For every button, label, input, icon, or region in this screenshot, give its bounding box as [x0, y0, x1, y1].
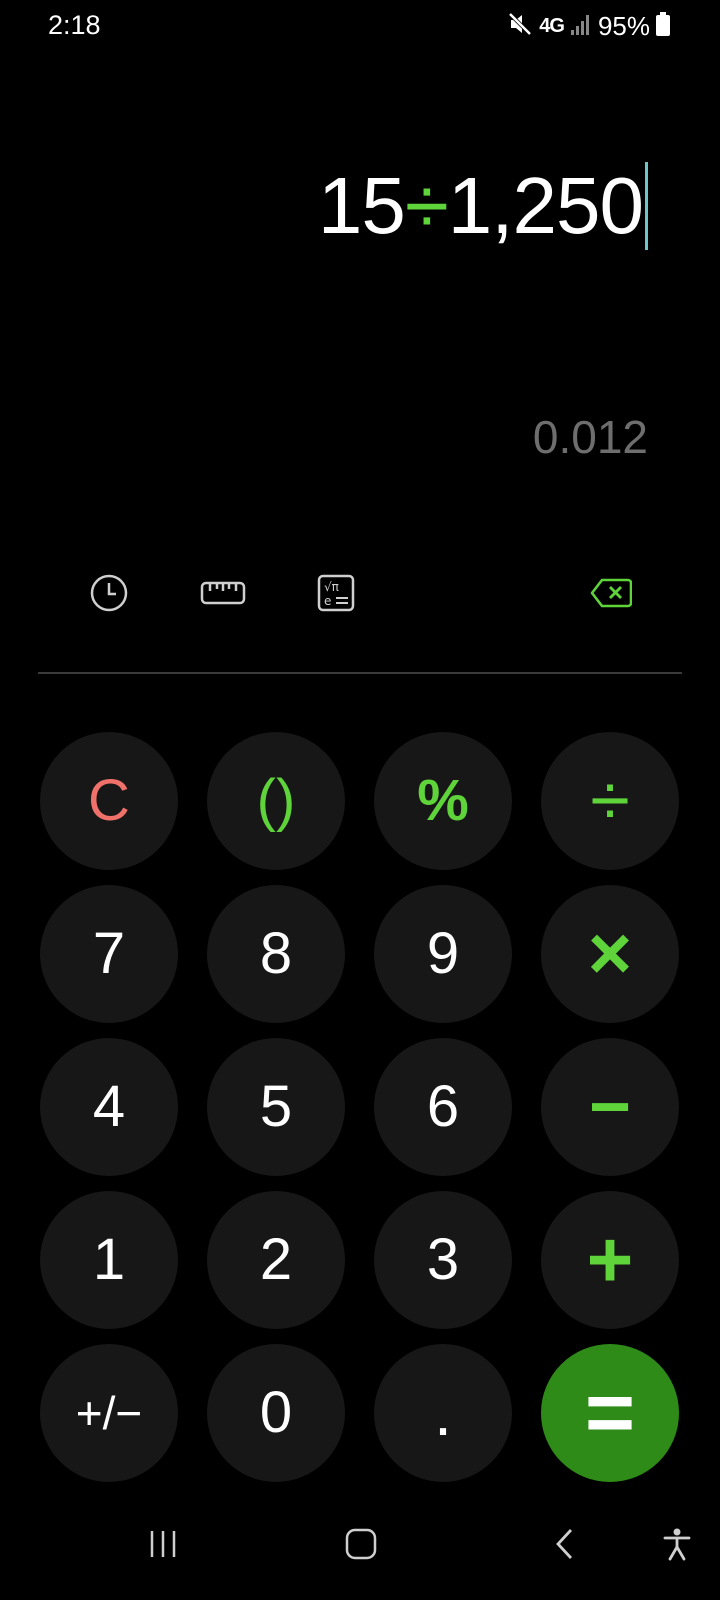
history-button[interactable]	[84, 570, 134, 620]
back-chevron-icon	[553, 1527, 577, 1566]
home-icon	[345, 1528, 377, 1565]
digit-6-button[interactable]: 6	[374, 1038, 512, 1176]
svg-text:e: e	[324, 594, 331, 608]
ruler-icon	[200, 580, 246, 611]
accessibility-icon	[662, 1527, 692, 1566]
digit-3-button[interactable]: 3	[374, 1191, 512, 1329]
scientific-mode-button[interactable]: √π e	[311, 570, 361, 620]
digit-2-button[interactable]: 2	[207, 1191, 345, 1329]
status-bar: 2:18 4G 95%	[0, 0, 720, 52]
parentheses-button[interactable]: ()	[207, 732, 345, 870]
status-time: 2:18	[48, 10, 101, 40]
multiply-button[interactable]: ×	[541, 885, 679, 1023]
expression-operand-left: 15	[317, 161, 406, 250]
equals-button[interactable]: =	[541, 1344, 679, 1482]
svg-text:√π: √π	[324, 580, 339, 594]
expression-operator: ÷	[404, 161, 449, 250]
clear-button[interactable]: C	[40, 732, 178, 870]
subtract-button[interactable]: −	[541, 1038, 679, 1176]
unit-converter-button[interactable]	[198, 570, 248, 620]
navigation-bar	[0, 1490, 720, 1600]
backspace-button[interactable]	[586, 570, 636, 620]
digit-7-button[interactable]: 7	[40, 885, 178, 1023]
scientific-icon: √π e	[317, 574, 355, 617]
history-icon	[89, 573, 129, 618]
digit-0-button[interactable]: 0	[207, 1344, 345, 1482]
recent-apps-icon	[147, 1529, 179, 1564]
digit-1-button[interactable]: 1	[40, 1191, 178, 1329]
digit-4-button[interactable]: 4	[40, 1038, 178, 1176]
percent-button[interactable]: %	[374, 732, 512, 870]
digit-9-button[interactable]: 9	[374, 885, 512, 1023]
text-cursor	[645, 162, 648, 250]
accessibility-button[interactable]	[652, 1520, 702, 1572]
expression-operand-right: 1,250	[447, 161, 644, 250]
battery-percent: 95%	[597, 10, 650, 41]
add-button[interactable]: +	[541, 1191, 679, 1329]
signal-icon	[570, 12, 592, 41]
battery-icon	[656, 11, 670, 41]
divide-button[interactable]: ÷	[541, 732, 679, 870]
expression-display[interactable]: 15 ÷ 1,250	[318, 160, 648, 252]
result-preview: 0.012	[532, 411, 648, 463]
plus-minus-button[interactable]: +/−	[40, 1344, 178, 1482]
decimal-button[interactable]: .	[374, 1344, 512, 1482]
status-icons: 4G 95%	[507, 10, 670, 42]
home-button[interactable]	[336, 1520, 386, 1572]
backspace-icon	[590, 578, 633, 613]
network-type: 4G	[539, 14, 565, 37]
tools-row: √π e	[0, 570, 720, 620]
mute-icon	[507, 11, 533, 42]
digit-5-button[interactable]: 5	[207, 1038, 345, 1176]
divider	[38, 672, 682, 674]
recent-apps-button[interactable]	[138, 1520, 188, 1572]
back-button[interactable]	[540, 1520, 590, 1572]
digit-8-button[interactable]: 8	[207, 885, 345, 1023]
